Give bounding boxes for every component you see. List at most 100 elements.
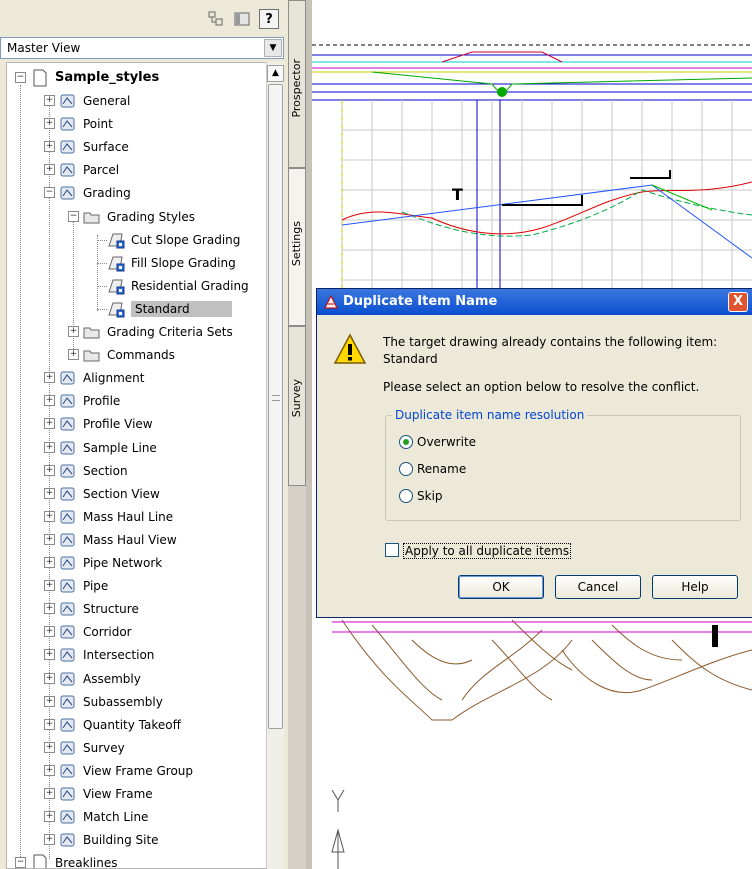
tree-item[interactable]: − Breaklines xyxy=(7,852,266,868)
tree-item-label: Match Line xyxy=(83,810,149,825)
expand-icon[interactable]: + xyxy=(44,764,55,776)
tree-item[interactable]: + Sample Line xyxy=(7,437,266,459)
rename-label[interactable]: Rename xyxy=(417,462,466,476)
tree-item[interactable]: Fill Slope Grading xyxy=(7,252,266,274)
expand-icon[interactable]: + xyxy=(44,95,55,106)
apply-all-checkbox[interactable] xyxy=(385,543,399,557)
tree-item[interactable]: + View Frame xyxy=(7,783,266,805)
conflicting-item-name: Standard xyxy=(383,352,438,366)
tree-scrollbar[interactable]: ▲ xyxy=(266,62,284,869)
tree-item[interactable]: + View Frame Group xyxy=(7,760,266,782)
collapse-icon[interactable]: − xyxy=(68,210,79,222)
help-icon[interactable]: ? xyxy=(259,9,279,29)
tree-root-label: Sample_styles xyxy=(55,70,160,85)
expand-icon[interactable]: + xyxy=(68,349,79,361)
tree-item[interactable]: + Parcel xyxy=(7,159,266,181)
expand-icon[interactable]: + xyxy=(44,603,55,615)
expand-icon[interactable]: + xyxy=(68,326,79,337)
tree-item[interactable]: + Match Line xyxy=(7,806,266,828)
tree-item[interactable]: Standard xyxy=(7,298,266,320)
expand-icon[interactable]: + xyxy=(44,557,55,568)
help-button[interactable]: Help xyxy=(652,575,738,599)
tree-item[interactable]: + Commands xyxy=(7,344,266,366)
tree-root[interactable]: − Sample_styles xyxy=(7,67,266,89)
tree-item[interactable]: + Assembly xyxy=(7,668,266,690)
tree-item[interactable]: + Quantity Takeoff xyxy=(7,714,266,736)
expand-icon[interactable]: + xyxy=(44,695,55,707)
cancel-button[interactable]: Cancel xyxy=(555,575,641,599)
tree-item[interactable]: + Pipe Network xyxy=(7,552,266,574)
expand-icon[interactable]: + xyxy=(44,372,55,384)
tree-item[interactable]: + Intersection xyxy=(7,644,266,666)
expand-icon[interactable]: + xyxy=(44,788,55,799)
expand-icon[interactable]: + xyxy=(44,741,55,753)
tab-survey[interactable]: Survey xyxy=(288,326,306,486)
tree-item[interactable]: + Grading Criteria Sets xyxy=(7,321,266,343)
tree-item-label: Section xyxy=(83,463,128,478)
expand-icon[interactable]: + xyxy=(44,834,55,846)
tree-item[interactable]: + Subassembly xyxy=(7,691,266,713)
tab-prospector[interactable]: Prospector xyxy=(288,0,306,168)
apply-all-label[interactable]: Apply to all duplicate items xyxy=(403,543,572,559)
tree-item[interactable]: − Grading Styles xyxy=(7,206,266,228)
collapse-icon[interactable]: − xyxy=(15,857,26,868)
tree-item[interactable]: + Structure xyxy=(7,598,266,620)
tree-item[interactable]: + Section xyxy=(7,460,266,482)
collapse-icon[interactable]: − xyxy=(44,187,55,199)
overwrite-label[interactable]: Overwrite xyxy=(417,435,476,449)
dialog-title-bar[interactable]: Duplicate Item Name X xyxy=(317,289,752,315)
tree-item[interactable]: + Mass Haul View xyxy=(7,529,266,551)
expand-icon[interactable]: + xyxy=(44,441,55,453)
expand-icon[interactable]: + xyxy=(44,464,55,476)
overwrite-radio[interactable] xyxy=(399,435,413,449)
expand-icon[interactable]: + xyxy=(44,811,55,823)
chevron-down-icon[interactable]: ▼ xyxy=(264,39,282,57)
item-view-icon[interactable] xyxy=(206,9,226,29)
panel-icon[interactable] xyxy=(232,9,252,29)
tree-item[interactable]: + Building Site xyxy=(7,829,266,851)
expand-icon[interactable]: + xyxy=(44,718,55,730)
expand-icon[interactable]: + xyxy=(44,418,55,430)
tree-item[interactable]: + Mass Haul Line xyxy=(7,506,266,528)
expand-icon[interactable]: + xyxy=(44,487,55,499)
expand-icon[interactable]: + xyxy=(44,672,55,684)
breaklines-icon xyxy=(33,854,47,868)
tree-item[interactable]: + Corridor xyxy=(7,621,266,643)
tree-item-label: Fill Slope Grading xyxy=(131,255,236,270)
scroll-up-icon[interactable]: ▲ xyxy=(267,65,284,82)
tab-settings[interactable]: Settings xyxy=(288,168,306,326)
skip-label[interactable]: Skip xyxy=(417,489,443,503)
expand-icon[interactable]: + xyxy=(44,118,55,130)
tree-item-label: General xyxy=(83,94,131,108)
tree-item[interactable]: + Profile xyxy=(7,390,266,412)
expand-icon[interactable]: + xyxy=(44,510,55,522)
tree-item[interactable]: + Profile View xyxy=(7,413,266,435)
tree-item[interactable]: Residential Grading xyxy=(7,275,266,297)
tree-item[interactable]: + Survey xyxy=(7,737,266,759)
skip-radio[interactable] xyxy=(399,489,413,503)
expand-icon[interactable]: + xyxy=(44,626,55,638)
tree-connector xyxy=(97,262,107,264)
ok-button[interactable]: OK xyxy=(458,575,544,599)
tree-item[interactable]: + Point xyxy=(7,113,266,135)
tree-item[interactable]: + Alignment xyxy=(7,367,266,389)
tree-item[interactable]: Cut Slope Grading xyxy=(7,229,266,251)
tree-item[interactable]: + Pipe xyxy=(7,575,266,597)
collapse-icon[interactable]: − xyxy=(15,72,26,83)
tree-item-label: Quantity Takeoff xyxy=(83,717,181,732)
expand-icon[interactable]: + xyxy=(44,164,55,176)
rename-radio[interactable] xyxy=(399,462,413,476)
tree-item-label: Sample Line xyxy=(83,440,157,455)
view-selector[interactable]: Master View ▼ xyxy=(0,37,284,59)
tree-item[interactable]: + General xyxy=(7,90,266,112)
expand-icon[interactable]: + xyxy=(44,649,55,661)
tree-item[interactable]: + Section View xyxy=(7,483,266,505)
scroll-thumb[interactable] xyxy=(268,84,283,729)
tree-item[interactable]: − Grading xyxy=(7,182,266,204)
tree-item[interactable]: + Surface xyxy=(7,136,266,158)
expand-icon[interactable]: + xyxy=(44,395,55,407)
close-icon[interactable]: X xyxy=(728,292,748,312)
expand-icon[interactable]: + xyxy=(44,141,55,153)
expand-icon[interactable]: + xyxy=(44,580,55,592)
expand-icon[interactable]: + xyxy=(44,533,55,545)
